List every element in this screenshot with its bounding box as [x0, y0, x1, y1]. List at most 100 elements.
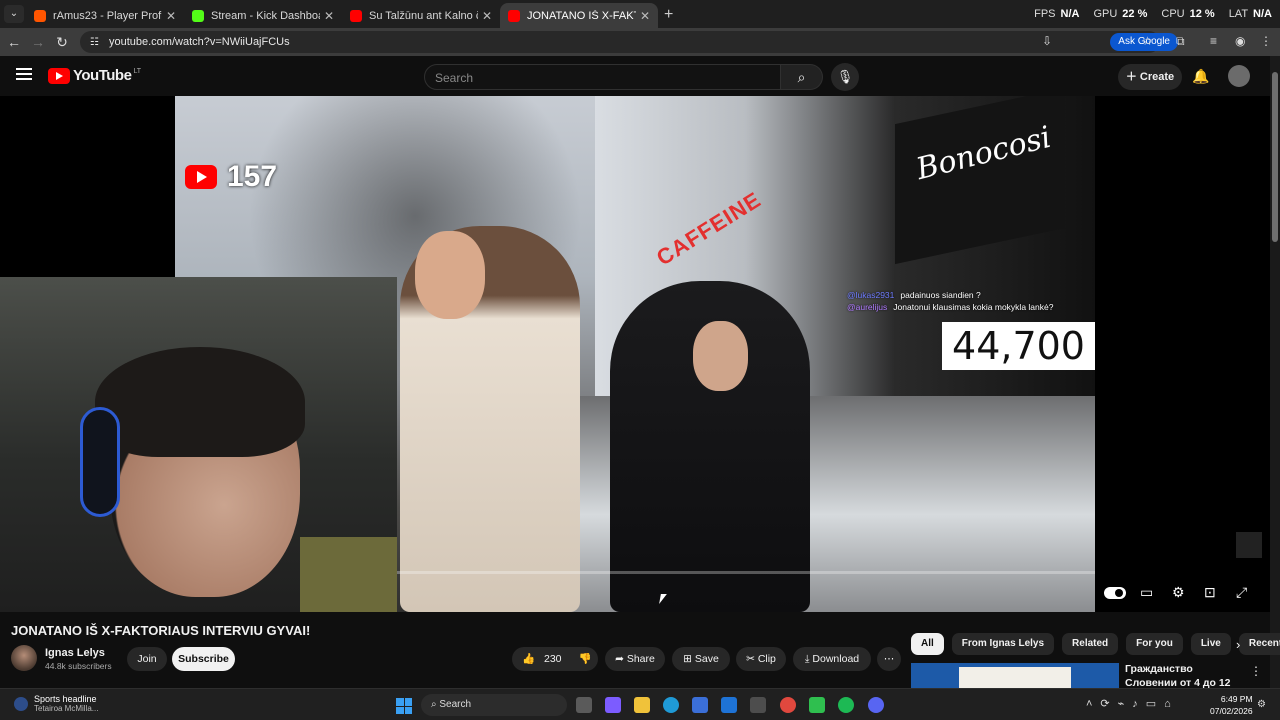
edge-icon[interactable]	[663, 697, 679, 713]
browser-tab-kick[interactable]: Stream - Kick Dashboard ✕	[184, 3, 342, 28]
tab-title: Stream - Kick Dashboard	[211, 9, 320, 22]
chip-related[interactable]: Related	[1062, 633, 1119, 655]
browser-tab-youtube-active[interactable]: JONATANO IŠ X-FAKTORIAUS IN ✕	[500, 3, 658, 28]
thumbs-up-icon[interactable]: 👍	[522, 653, 535, 665]
youtube-favicon-icon	[350, 9, 362, 22]
chat-overlay: @lukas2931 padainuos siandien ? @aureliju…	[847, 289, 1053, 313]
tab-title: Su Talžūnu ant Kalno čiuožiam	[369, 9, 478, 22]
scrollbar-thumb[interactable]	[1272, 72, 1278, 242]
youtube-logo[interactable]: YouTube LT	[48, 67, 141, 84]
chip-recently[interactable]: Recently	[1238, 633, 1280, 655]
lat-stat: LAT N/A	[1228, 8, 1272, 20]
chrome-icon[interactable]	[780, 697, 796, 713]
news-headline: Sports headline	[34, 694, 97, 704]
channel-watermark-icon[interactable]	[1236, 532, 1262, 558]
close-tab-icon[interactable]: ✕	[324, 9, 334, 23]
bookmark-star-icon[interactable]: ☆	[1142, 34, 1153, 48]
notification-icon[interactable]: ⚙	[1257, 699, 1266, 710]
install-app-icon[interactable]: ⇩	[1042, 34, 1052, 48]
new-tab-button[interactable]: +	[664, 6, 673, 24]
video-player[interactable]: Bonocosi CAFFEINE 157 @lukas2931 padainuo…	[0, 96, 1270, 612]
reload-icon[interactable]: ↻	[50, 34, 74, 51]
close-tab-icon[interactable]: ✕	[482, 9, 492, 23]
chat-message: @aurelijus Jonatonui klausimas kokia moky…	[847, 302, 1054, 312]
streamer-hair	[95, 347, 305, 457]
news-widget[interactable]: Sports headline Tetairoa McMilla...	[14, 694, 98, 713]
performance-overlay: FPS N/A GPU 22 % CPU 12 % LAT N/A	[1034, 8, 1272, 20]
search-icon[interactable]: ⌕	[781, 64, 823, 90]
channel-name[interactable]: Ignas Lelys	[45, 647, 105, 659]
cpu-stat: CPU 12 %	[1161, 8, 1215, 20]
notifications-bell-icon[interactable]: 🔔	[1192, 68, 1209, 85]
discord-icon[interactable]	[868, 697, 884, 713]
browser-tab-youtube-1[interactable]: Su Talžūnu ant Kalno čiuožiam ✕	[342, 3, 500, 28]
clip-button[interactable]: ✂ Clip	[736, 647, 786, 671]
more-options-icon[interactable]: ⋮	[1250, 664, 1262, 678]
address-bar[interactable]: ☷ youtube.com/watch?v=NWiiUajFCUs	[80, 31, 1160, 53]
site-info-icon[interactable]: ☷	[90, 37, 99, 48]
thumbs-down-icon[interactable]: 👎	[578, 653, 591, 665]
chip-live[interactable]: Live	[1190, 633, 1231, 655]
like-count[interactable]: 230	[544, 653, 562, 665]
profile-icon[interactable]: ◉	[1235, 34, 1245, 48]
recommendation-chips: All From Ignas Lelys Related For you Liv…	[911, 633, 1280, 655]
task-view-icon[interactable]	[576, 697, 592, 713]
chip-for-you[interactable]: For you	[1126, 633, 1183, 655]
progress-bar[interactable]	[397, 571, 1095, 574]
tab-title: JONATANO IŠ X-FAKTORIAUS IN	[527, 9, 636, 22]
share-button[interactable]: ➦ Share	[605, 647, 665, 671]
chevron-right-icon[interactable]: ›	[1236, 637, 1240, 652]
download-button[interactable]: ⤓ Download	[793, 647, 871, 671]
background-shelf	[300, 537, 397, 612]
account-avatar[interactable]	[1228, 65, 1250, 87]
miniplayer-icon[interactable]: ⊡	[1204, 584, 1216, 601]
webcam-overlay	[0, 277, 397, 612]
join-button[interactable]: Join	[127, 647, 167, 671]
fullscreen-icon[interactable]: ⤢	[1236, 584, 1247, 601]
steam-icon[interactable]	[750, 697, 766, 713]
youtube-wordmark: YouTube	[73, 67, 132, 84]
windows-start-icon[interactable]	[396, 698, 412, 714]
forward-arrow-icon[interactable]: →	[26, 34, 50, 50]
windows-taskbar: Sports headline Tetairoa McMilla... ⌕ Se…	[0, 688, 1280, 720]
browser-tab-faceit[interactable]: rAmus23 - Player Profile - FACE ✕	[26, 3, 184, 28]
create-button[interactable]: ＋ Create	[1118, 64, 1182, 90]
person-face	[693, 321, 748, 391]
kick-app-icon[interactable]	[809, 697, 825, 713]
media-controls-icon[interactable]: ≡	[1210, 34, 1217, 48]
autoplay-toggle[interactable]	[1104, 587, 1126, 599]
file-explorer-icon[interactable]	[634, 697, 650, 713]
video-title: JONATANO IŠ X-FAKTORIAUS INTERVIU GYVAI!	[11, 623, 311, 638]
close-tab-icon[interactable]: ✕	[640, 9, 650, 23]
mail-icon[interactable]	[721, 697, 737, 713]
chip-all[interactable]: All	[911, 633, 944, 655]
subscribe-button[interactable]: Subscribe	[172, 647, 235, 671]
tab-search-button[interactable]: ⌄	[4, 5, 24, 23]
back-arrow-icon[interactable]: ←	[2, 34, 26, 50]
close-tab-icon[interactable]: ✕	[166, 9, 176, 23]
extensions-icon[interactable]: ⧉	[1176, 34, 1185, 49]
taskbar-search[interactable]: ⌕ Search	[421, 694, 567, 716]
settings-gear-icon[interactable]: ⚙	[1172, 584, 1185, 601]
sports-team-icon	[14, 696, 28, 711]
save-button[interactable]: ⊞ Save	[672, 647, 730, 671]
channel-avatar[interactable]	[11, 645, 37, 671]
document-image	[959, 667, 1071, 688]
menu-kebab-icon[interactable]: ⋮	[1260, 34, 1272, 48]
hamburger-menu-icon[interactable]	[16, 68, 32, 80]
youtube-play-icon	[48, 67, 70, 84]
spotify-icon[interactable]	[838, 697, 854, 713]
system-tray[interactable]: ˄⟳⌁♪▭⌂	[1086, 697, 1179, 710]
chip-from-channel[interactable]: From Ignas Lelys	[951, 633, 1055, 655]
subtitles-icon[interactable]: ▭	[1140, 584, 1153, 601]
page-scrollbar[interactable]	[1270, 56, 1280, 688]
taskbar-clock[interactable]: 6:49 PM 07/02/2026	[1210, 693, 1253, 717]
recommended-video-thumbnail[interactable]	[911, 663, 1119, 688]
copilot-icon[interactable]	[605, 697, 621, 713]
clock-date: 07/02/2026	[1210, 706, 1253, 716]
search-input[interactable]: Search	[424, 64, 781, 90]
save-icon: ⊞	[683, 653, 695, 665]
more-actions-button[interactable]: ⋯	[877, 647, 901, 671]
microphone-icon[interactable]: 🎙	[831, 63, 859, 91]
store-icon[interactable]	[692, 697, 708, 713]
